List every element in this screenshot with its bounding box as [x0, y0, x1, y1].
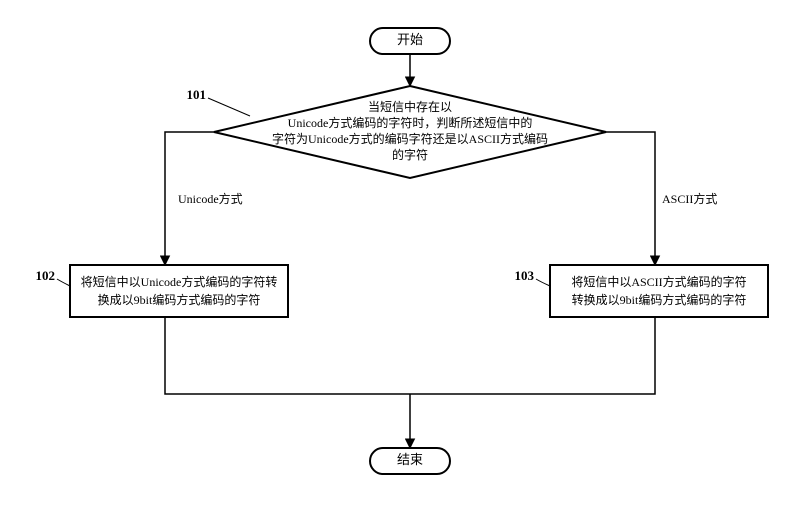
- process-right-id-leader: [536, 279, 550, 286]
- branch-left-label: Unicode方式: [178, 191, 243, 206]
- process-left-id-leader: [57, 279, 70, 286]
- start-label: 开始: [397, 32, 423, 47]
- process-left: [70, 265, 288, 317]
- decision-line4: 的字符: [392, 147, 428, 162]
- process-left-line2: 换成以9bit编码方式编码的字符: [98, 292, 261, 307]
- process-right-line1: 将短信中以ASCII方式编码的字符: [571, 274, 746, 289]
- process-left-id: 102: [36, 268, 56, 283]
- process-right-id: 103: [515, 268, 535, 283]
- decision-id-leader: [208, 98, 250, 116]
- flow-right-merge: [410, 317, 655, 394]
- decision-line1: 当短信中存在以: [368, 99, 452, 114]
- process-left-line1: 将短信中以Unicode方式编码的字符转: [81, 274, 278, 289]
- flow-left-merge: [165, 317, 410, 394]
- decision-line3: 字符为Unicode方式的编码字符还是以ASCII方式编码: [272, 131, 548, 146]
- process-right-line2: 转换成以9bit编码方式编码的字符: [572, 292, 747, 307]
- decision-id: 101: [187, 87, 207, 102]
- decision-line2: Unicode方式编码的字符时，判断所述短信中的: [288, 115, 533, 130]
- end-label: 结束: [397, 452, 423, 467]
- flow-right-branch: [606, 132, 655, 265]
- branch-right-label: ASCII方式: [662, 191, 717, 206]
- process-right: [550, 265, 768, 317]
